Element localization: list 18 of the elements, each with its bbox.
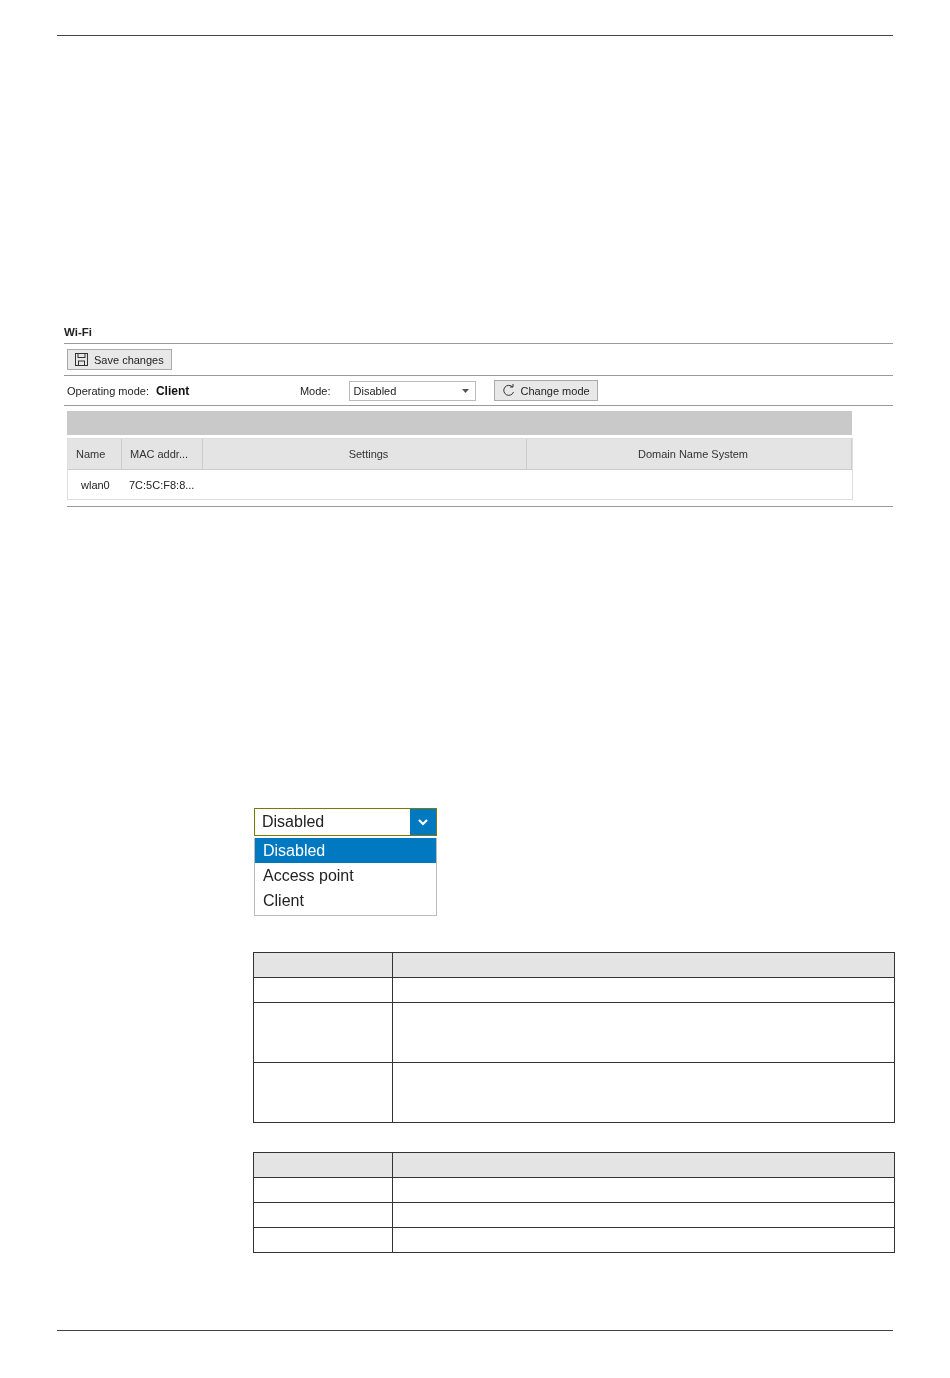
column-header[interactable]: Settings: [203, 439, 527, 470]
refresh-icon: [501, 384, 515, 397]
table-cell-text: 7C:5C:F8:8...: [128, 477, 196, 493]
column-header[interactable]: MAC addr...: [122, 439, 203, 470]
table-cell-text: wlan0: [80, 477, 111, 493]
dropdown-field[interactable]: Disabled: [254, 808, 437, 836]
panel-title: Wi-Fi: [64, 325, 93, 340]
operating-mode-value: Client: [155, 383, 191, 398]
change-mode-button[interactable]: Change mode: [493, 380, 598, 401]
column-header[interactable]: Name: [68, 439, 122, 470]
operating-mode-label: Operating mode:: [67, 384, 149, 397]
caret-icon: [461, 388, 469, 393]
save-button[interactable]: Save changes: [67, 349, 172, 370]
chevron-down-icon: [418, 818, 428, 826]
mode-label: Mode:: [299, 384, 331, 397]
mode-select[interactable]: Disabled: [348, 380, 476, 401]
column-header[interactable]: Domain Name System: [527, 439, 852, 470]
dropdown-option[interactable]: Disabled: [255, 838, 436, 863]
